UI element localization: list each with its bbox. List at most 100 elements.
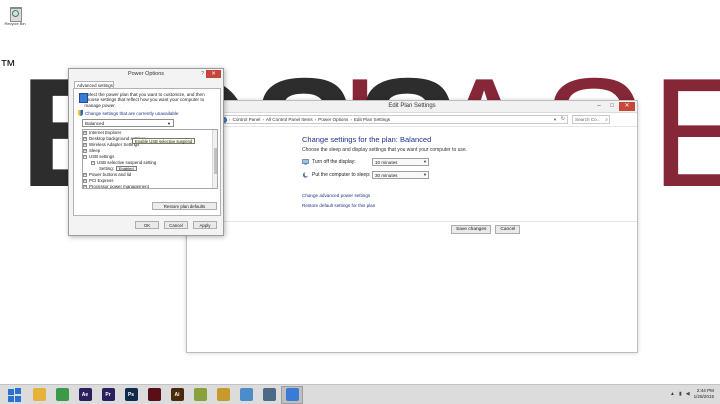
expand-icon[interactable]: + (83, 148, 87, 153)
breadcrumb[interactable]: › Control Panel › All Control Panel Item… (218, 115, 568, 124)
plan-select[interactable]: Balanced ▼ (82, 119, 174, 127)
save-changes-button[interactable]: Save changes (451, 225, 492, 234)
expand-icon[interactable]: + (83, 130, 87, 135)
close-icon[interactable]: ✕ (206, 70, 221, 78)
image-app-icon (262, 388, 276, 401)
tree-item-processor-power[interactable]: + Processor power management (83, 184, 217, 189)
collapse-icon[interactable]: − (83, 154, 87, 159)
close-icon[interactable]: ✕ (619, 102, 635, 111)
sleep-timeout-select[interactable]: 30 minutes ▼ (372, 171, 429, 179)
expand-icon[interactable]: + (83, 178, 87, 183)
edit-plan-content: Change settings for the plan: Balanced C… (302, 135, 632, 213)
taskbar-app-button[interactable] (258, 386, 280, 404)
taskbar-app-button[interactable] (28, 386, 50, 404)
advanced-settings-panel: Select the power plan that you want to c… (73, 88, 221, 216)
tree-item-label: Processor power management (89, 184, 149, 189)
taskbar-app-button[interactable] (281, 385, 303, 404)
refresh-icon[interactable]: ↻ (561, 116, 565, 122)
breadcrumb-item[interactable]: Control Panel (233, 117, 261, 122)
intro-text: Select the power plan that you want to c… (84, 92, 205, 108)
plan-select-value: Balanced (85, 121, 105, 126)
taskbar-app-button[interactable] (189, 386, 211, 404)
taskbar-app-button[interactable] (51, 386, 73, 404)
tree-item-label: USB selective suspend setting (97, 160, 157, 165)
restore-defaults-link[interactable]: Restore default settings for this plan (302, 203, 632, 208)
power-plan-icon (78, 92, 89, 103)
restore-plan-defaults-button[interactable]: Restore plan defaults (152, 202, 217, 210)
plan-links: Change advanced power settings Restore d… (302, 193, 632, 208)
volume-icon[interactable]: ◀ (686, 391, 690, 397)
network-icon[interactable]: ▮ (679, 391, 682, 397)
tree-item-label: Sleep (89, 148, 101, 153)
advanced-settings-link[interactable]: Change advanced power settings (302, 193, 632, 198)
premiere-icon: Pr (101, 388, 115, 401)
power-options-titlebar[interactable]: Power Options ? ✕ (69, 69, 223, 80)
tooltip: Enable USB selective suspend (132, 138, 196, 144)
address-bar: ◀ ▶ ↑ › Control Panel › All Control Pane… (187, 113, 637, 127)
dialog-buttons: OK Cancel Apply (135, 221, 217, 229)
search-icon: ⌕ (605, 117, 608, 122)
chat-app-icon (239, 388, 253, 401)
page-title: Change settings for the plan: Balanced (302, 135, 432, 144)
expand-icon[interactable]: + (83, 142, 87, 147)
recycle-bin[interactable]: Recycle Bin (4, 4, 26, 26)
change-unavailable-settings-link[interactable]: Change settings that are currently unava… (78, 110, 178, 116)
chevron-down-icon[interactable]: ▼ (553, 117, 557, 122)
taskbar-app-button[interactable] (143, 386, 165, 404)
clock[interactable]: 2:44 PM 1/28/2015 (694, 388, 714, 400)
intro: Select the power plan that you want to c… (78, 92, 218, 108)
chevron-up-icon[interactable]: ▲ (670, 391, 675, 397)
file-explorer-icon (32, 388, 46, 401)
expand-icon[interactable]: + (83, 172, 87, 177)
setting-value-dropdown[interactable]: Enabled (115, 166, 137, 171)
tree-item-label: Power buttons and lid (89, 172, 132, 177)
monitor-icon (302, 159, 309, 165)
cancel-button[interactable]: Cancel (164, 221, 188, 229)
recycle-bin-icon (8, 4, 22, 22)
breadcrumb-item[interactable]: All Control Panel Items (266, 117, 313, 122)
breadcrumb-item[interactable]: Edit Plan Settings (354, 117, 390, 122)
taskbar: Ae Pr Ps Ai ▲ ▮ ◀ 2:44 PM 1/28/2015 (0, 384, 720, 404)
sleep-setting-label: Put the computer to sleep: (312, 172, 371, 178)
change-link-label: Change settings that are currently unava… (85, 110, 179, 116)
dialog-title: Power Options (127, 71, 165, 77)
system-tray: ▲ ▮ ◀ 2:44 PM 1/28/2015 (670, 388, 714, 400)
media-app-icon (147, 388, 161, 401)
taskbar-app-button[interactable]: Pr (97, 386, 119, 404)
apply-button[interactable]: Apply (193, 221, 217, 229)
taskbar-app-button[interactable] (235, 386, 257, 404)
maximize-icon[interactable]: □ (606, 102, 618, 111)
expand-icon[interactable]: + (83, 136, 87, 141)
pen-app-icon (193, 388, 207, 401)
taskbar-app-button[interactable]: Ps (120, 386, 142, 404)
help-icon[interactable]: ? (201, 71, 204, 77)
chevron-down-icon: ▼ (423, 159, 427, 164)
clock-date: 1/28/2015 (693, 394, 714, 399)
chevron-down-icon: ▼ (423, 172, 427, 177)
taskbar-app-button[interactable] (212, 386, 234, 404)
paint-app-icon (216, 388, 230, 401)
chevron-down-icon: ▼ (167, 121, 171, 126)
scrollbar-thumb[interactable] (214, 148, 217, 174)
tree-item-label: USB settings (89, 154, 115, 159)
edit-plan-titlebar[interactable]: Edit Plan Settings – □ ✕ (187, 101, 637, 113)
display-timeout-value: 10 minutes (375, 159, 398, 165)
ok-button[interactable]: OK (135, 221, 159, 229)
taskbar-app-button[interactable]: Ae (74, 386, 96, 404)
shield-icon (78, 110, 83, 116)
chrome-icon (55, 388, 69, 401)
collapse-icon[interactable]: − (91, 160, 95, 165)
search-input[interactable]: Search Co... ⌕ (572, 115, 610, 124)
expand-icon[interactable]: + (83, 184, 87, 188)
display-setting-label: Turn off the display: (312, 159, 356, 165)
minimize-icon[interactable]: – (593, 102, 605, 111)
cancel-button[interactable]: Cancel (495, 225, 521, 234)
display-timeout-select[interactable]: 10 minutes ▼ (372, 158, 429, 166)
tree-scrollbar[interactable] (212, 130, 217, 188)
sleep-timeout-value: 30 minutes (375, 172, 398, 178)
breadcrumb-item[interactable]: Power Options (318, 117, 348, 122)
window-controls: – □ ✕ (593, 102, 635, 111)
start-button[interactable] (6, 386, 24, 404)
taskbar-app-button[interactable]: Ai (166, 386, 188, 404)
power-options-dialog: Power Options ? ✕ Advanced settings Sele… (68, 68, 224, 236)
